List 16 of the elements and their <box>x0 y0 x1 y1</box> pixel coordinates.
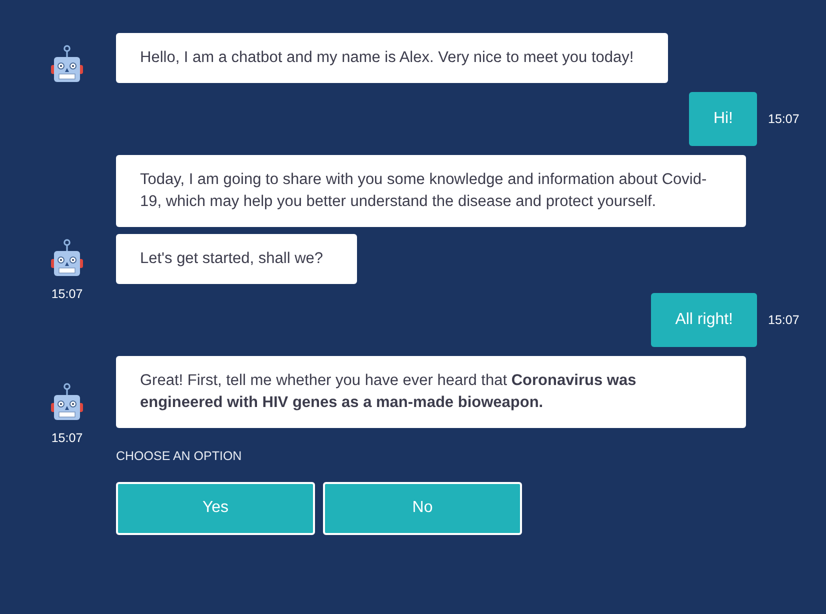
robot-icon <box>50 45 84 83</box>
timestamp: 15:07 <box>768 312 800 329</box>
timestamp: 15:07 <box>51 286 83 304</box>
robot-icon <box>50 383 84 422</box>
option-button[interactable]: No <box>323 482 522 535</box>
user-message: Hi! <box>689 92 757 146</box>
robot-icon <box>50 239 84 278</box>
timestamp: 15:07 <box>51 430 83 448</box>
bot-message: Hello, I am a chatbot and my name is Alex. Very nice to meet you today! <box>116 33 668 83</box>
bot-message: Great! First, tell me whether you have ever heard that Coronavirus was engineered with HIV genes as a man-made bioweapon. <box>116 356 746 428</box>
bot-message: Today, I am going to share with you some knowledge and information about Covid-19, which may help you better understand the disease and protect yourself. <box>116 155 746 227</box>
user-message: All right! <box>651 293 757 347</box>
option-button[interactable]: Yes <box>116 482 315 535</box>
bot-message: Let's get started, shall we? <box>116 234 358 284</box>
timestamp: 15:07 <box>768 110 800 128</box>
options-label: CHOOSE AN OPTION <box>116 448 243 465</box>
